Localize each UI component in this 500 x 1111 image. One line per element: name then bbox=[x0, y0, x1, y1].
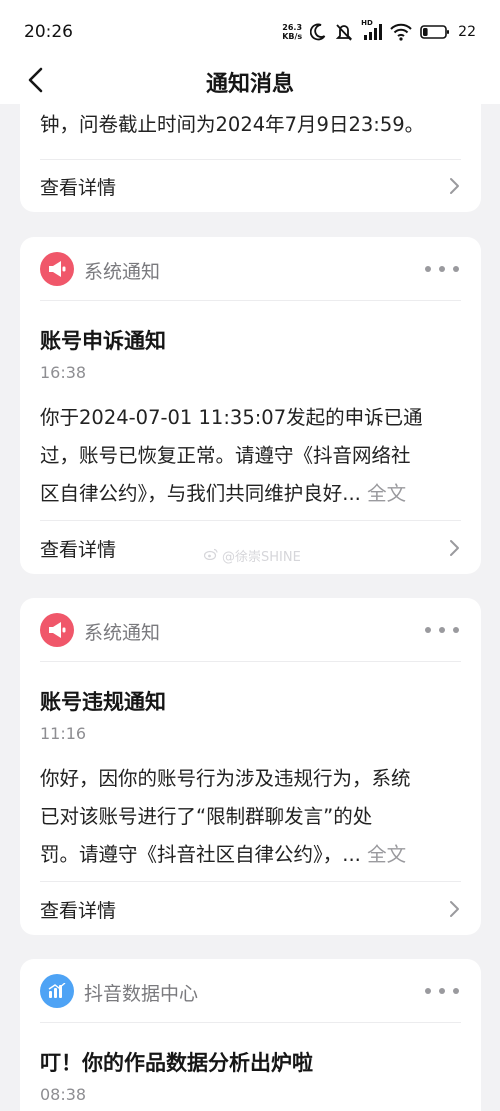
notification-title: 账号申诉通知 bbox=[40, 329, 166, 353]
network-speed-value: 26.3 bbox=[282, 23, 303, 32]
notification-body: 你于2024-07-01 11:35:07发起的申诉已通 过，账号已恢复正常。请… bbox=[40, 399, 465, 513]
notification-title: 账号违规通知 bbox=[40, 690, 166, 714]
notification-header: 抖音数据中心 bbox=[20, 959, 481, 1022]
chevron-right-icon bbox=[447, 539, 461, 557]
battery-icon bbox=[420, 24, 450, 40]
weibo-icon bbox=[203, 548, 218, 564]
status-bar: 20:26 26.3 KB/s HD 22 bbox=[0, 0, 500, 60]
notification-body-line: 过，账号已恢复正常。请遵守《抖音网络社 bbox=[40, 444, 411, 467]
bar-chart-icon bbox=[40, 974, 74, 1008]
network-speed: 26.3 KB/s bbox=[282, 23, 302, 41]
watermark-text: @徐崇SHINE bbox=[222, 550, 301, 565]
more-dots-icon[interactable] bbox=[425, 986, 459, 996]
watermark: @徐崇SHINE bbox=[203, 546, 301, 565]
notification-title: 叮！你的作品数据分析出炉啦 bbox=[40, 1051, 313, 1075]
notification-body-line: 你好，因你的账号行为涉及违规行为，系统 bbox=[40, 767, 411, 790]
divider bbox=[40, 300, 461, 301]
notification-body-line: 区自律公约》，与我们共同维护良好... bbox=[40, 482, 361, 505]
wifi-icon bbox=[390, 23, 412, 41]
nav-bar: 通知消息 bbox=[0, 60, 500, 104]
notification-time: 16:38 bbox=[40, 363, 87, 382]
notification-body-line: 罚。请遵守《抖音社区自律公约》，... bbox=[40, 843, 361, 866]
notification-time: 11:16 bbox=[40, 724, 87, 743]
notification-card: 抖音数据中心 叮！你的作品数据分析出炉啦 08:38 bbox=[20, 959, 481, 1111]
chevron-right-icon bbox=[447, 177, 461, 195]
more-dots-icon[interactable] bbox=[425, 625, 459, 635]
chevron-right-icon bbox=[447, 900, 461, 918]
notification-card: 钟，问卷截止时间为2024年7月9日23:59。 查看详情 bbox=[20, 104, 481, 212]
notification-body: 钟，问卷截止时间为2024年7月9日23:59。 bbox=[40, 106, 465, 144]
signal-icon: HD bbox=[361, 19, 383, 41]
page-title: 通知消息 bbox=[205, 72, 294, 97]
divider bbox=[40, 881, 461, 882]
hd-label: HD bbox=[361, 19, 373, 27]
notification-body-line: 钟，问卷截止时间为2024年7月9日23:59。 bbox=[40, 113, 425, 136]
view-details-label: 查看详情 bbox=[40, 177, 117, 199]
notification-body: 你好，因你的账号行为涉及违规行为，系统 已对该账号进行了“限制群聊发言”的处 罚… bbox=[40, 760, 465, 874]
notification-category: 抖音数据中心 bbox=[84, 983, 199, 1005]
notification-category: 系统通知 bbox=[84, 261, 161, 283]
status-time: 20:26 bbox=[24, 22, 73, 42]
battery-percent: 22 bbox=[458, 24, 476, 40]
read-more-link[interactable]: 全文 bbox=[367, 843, 406, 866]
moon-icon bbox=[310, 23, 326, 41]
megaphone-icon bbox=[40, 252, 74, 286]
status-icons: 26.3 KB/s HD 22 bbox=[282, 19, 476, 44]
network-speed-unit: KB/s bbox=[282, 32, 303, 41]
mute-icon bbox=[334, 22, 354, 42]
divider bbox=[40, 661, 461, 662]
notification-card: 系统通知 账号违规通知 11:16 你好，因你的账号行为涉及违规行为，系统 已对… bbox=[20, 598, 481, 935]
read-more-link[interactable]: 全文 bbox=[367, 482, 406, 505]
divider bbox=[40, 520, 461, 521]
notification-card: 系统通知 账号申诉通知 16:38 你于2024-07-01 11:35:07发… bbox=[20, 237, 481, 574]
view-details-label: 查看详情 bbox=[40, 900, 117, 922]
view-details-row[interactable]: 查看详情 bbox=[20, 160, 481, 212]
notification-list[interactable]: 钟，问卷截止时间为2024年7月9日23:59。 查看详情 系统通知 账号申诉通… bbox=[0, 104, 500, 1111]
notification-body-line: 已对该账号进行了“限制群聊发言”的处 bbox=[40, 805, 373, 828]
view-details-label: 查看详情 bbox=[40, 539, 117, 561]
divider bbox=[40, 1022, 461, 1023]
megaphone-icon bbox=[40, 613, 74, 647]
notification-category: 系统通知 bbox=[84, 622, 161, 644]
notification-header: 系统通知 bbox=[20, 237, 481, 300]
notification-body-line: 你于2024-07-01 11:35:07发起的申诉已通 bbox=[40, 406, 423, 429]
notification-time: 08:38 bbox=[40, 1085, 87, 1104]
more-dots-icon[interactable] bbox=[425, 264, 459, 274]
view-details-row[interactable]: 查看详情 bbox=[20, 883, 481, 935]
notification-header: 系统通知 bbox=[20, 598, 481, 661]
